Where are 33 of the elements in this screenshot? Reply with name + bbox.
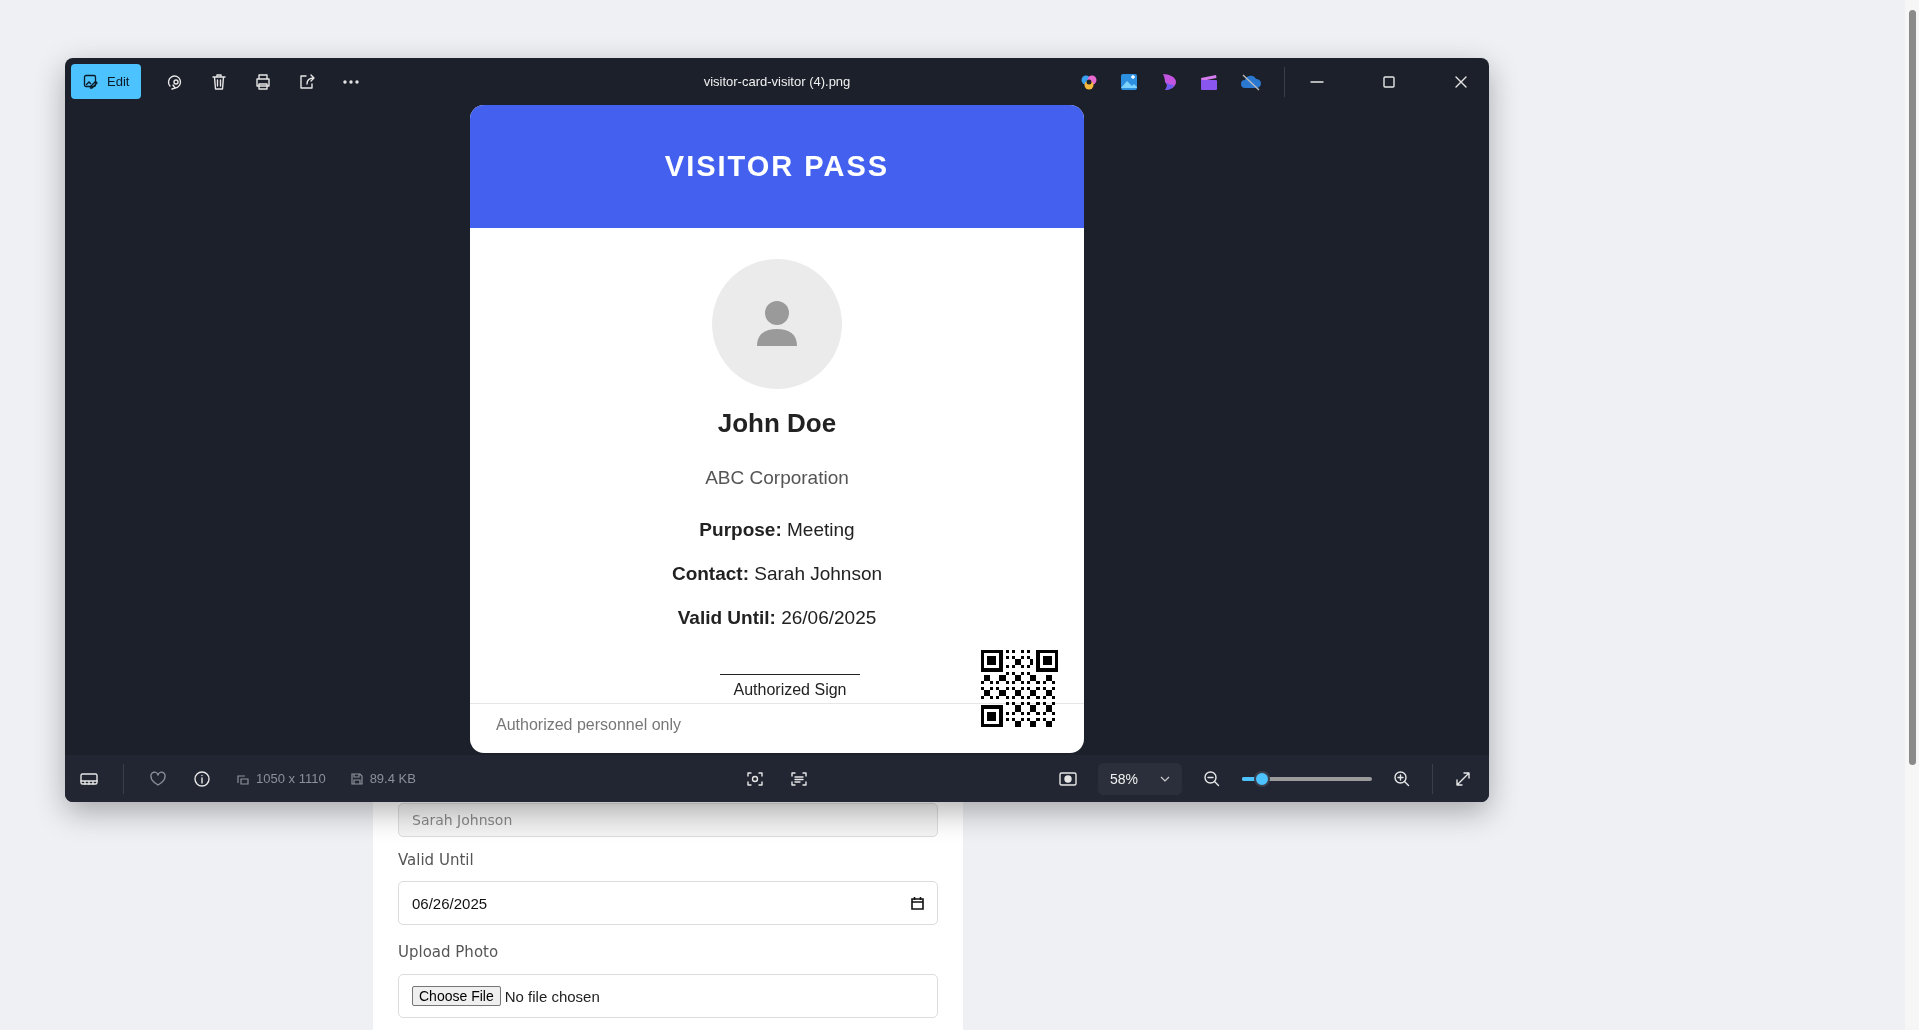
picture-icon[interactable] [1120,72,1138,91]
zoom-out-icon[interactable] [1202,768,1222,789]
edit-image-icon [83,73,99,90]
slider-thumb[interactable] [1253,770,1270,787]
heart-icon[interactable] [148,768,168,789]
image-dimensions: 1050 x 1110 [256,771,326,786]
zoom-dropdown[interactable]: 58% [1097,762,1182,795]
chevron-down-icon [1160,775,1170,782]
zoom-in-icon[interactable] [1392,768,1412,789]
card-detail: Purpose: Meeting [699,518,855,542]
save-icon [349,771,364,786]
window-title: visitor-card-visitor (4).png [703,74,851,89]
info-icon[interactable] [192,768,212,789]
company-name: ABC Corporation [705,466,849,490]
card-detail: Contact: Sarah Johnson [671,562,883,586]
avatar-icon [712,259,842,389]
date-field[interactable]: 06/26/2025 [398,881,938,925]
scrollbar-thumb[interactable] [1909,10,1916,765]
cloud-off-icon[interactable] [1240,72,1262,91]
clapperboard-icon[interactable] [1200,72,1218,91]
field-label: Upload Photo [398,942,500,963]
edit-button[interactable]: Edit [71,64,142,99]
calendar-icon[interactable] [911,896,924,910]
choose-file-button[interactable]: Choose File [412,986,501,1006]
field-label: Valid Until [398,850,475,871]
file-size: 89.4 KB [369,771,416,786]
visitor-name: John Doe [717,407,837,440]
card-detail: Valid Until: 26/06/2025 [677,606,877,630]
file-status: No file chosen [504,987,600,1005]
card-header: VISITOR PASS [470,105,1084,228]
scrollbar[interactable] [1905,0,1919,1030]
signature-label: Authorized Sign [720,674,860,701]
ribbon-icon[interactable] [1160,72,1178,91]
